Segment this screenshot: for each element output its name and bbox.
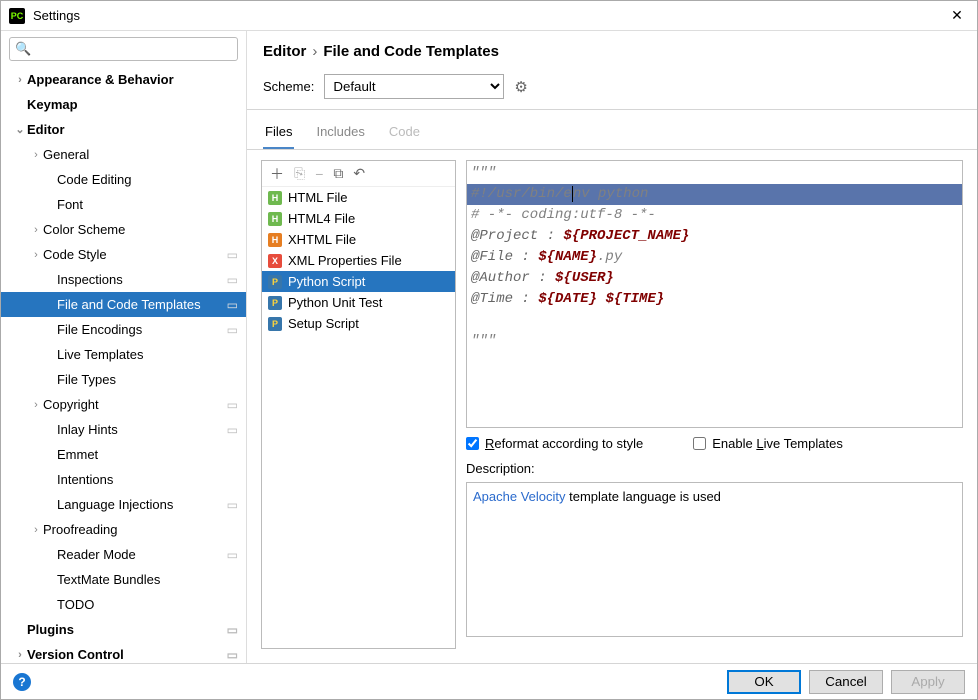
reformat-checkbox[interactable]: Reformat according to style [466, 436, 643, 451]
tree-item[interactable]: Keymap [1, 92, 246, 117]
expander-icon: › [13, 74, 27, 86]
expander-icon: › [29, 224, 43, 236]
cancel-button[interactable]: Cancel [809, 670, 883, 694]
template-item[interactable]: HHTML File [262, 187, 455, 208]
template-item[interactable]: HXHTML File [262, 229, 455, 250]
tree-item[interactable]: Language Injections▭ [1, 492, 246, 517]
tabs: Files Includes Code [247, 110, 977, 150]
tab-files[interactable]: Files [263, 118, 294, 149]
scheme-select[interactable]: Default [324, 74, 504, 99]
file-type-icon: P [268, 296, 282, 310]
enable-live-templates-checkbox[interactable]: Enable Live Templates [693, 436, 843, 451]
tree-item[interactable]: ›Code Style▭ [1, 242, 246, 267]
tree-item[interactable]: ›Appearance & Behavior [1, 67, 246, 92]
file-type-icon: H [268, 212, 282, 226]
expander-icon: › [29, 399, 43, 411]
tree-item[interactable]: ⌄Editor [1, 117, 246, 142]
tree-item[interactable]: Code Editing [1, 167, 246, 192]
expander-icon: › [29, 524, 43, 536]
template-editor[interactable]: """ #!/usr/bin/env python # -*- coding:u… [466, 160, 963, 428]
expander-icon: › [29, 149, 43, 161]
template-item[interactable]: PPython Script [262, 271, 455, 292]
tree-item[interactable]: Live Templates [1, 342, 246, 367]
tree-item[interactable]: ›Color Scheme [1, 217, 246, 242]
file-type-icon: P [268, 275, 282, 289]
search-icon: 🔍 [15, 41, 31, 57]
apply-button[interactable]: Apply [891, 670, 965, 694]
expander-icon: › [29, 249, 43, 261]
tree-item[interactable]: ›Proofreading [1, 517, 246, 542]
apache-velocity-link[interactable]: Apache Velocity [473, 489, 566, 504]
tree-item[interactable]: File Types [1, 367, 246, 392]
tree-item[interactable]: ›General [1, 142, 246, 167]
description-label: Description: [466, 459, 963, 476]
file-type-icon: X [268, 254, 282, 268]
tree-item[interactable]: TextMate Bundles [1, 567, 246, 592]
template-item[interactable]: HHTML4 File [262, 208, 455, 229]
tree-item[interactable]: ›Version Control▭ [1, 642, 246, 663]
ok-button[interactable]: OK [727, 670, 801, 694]
tab-code[interactable]: Code [387, 118, 422, 149]
tree-item[interactable]: Inspections▭ [1, 267, 246, 292]
scheme-label: Scheme: [263, 79, 314, 94]
template-item[interactable]: PSetup Script [262, 313, 455, 334]
window-title: Settings [33, 8, 945, 23]
help-icon[interactable]: ? [13, 673, 31, 691]
undo-icon[interactable]: ↶ [353, 165, 365, 182]
search-input[interactable] [9, 37, 238, 61]
file-type-icon: H [268, 191, 282, 205]
tab-includes[interactable]: Includes [314, 118, 366, 149]
app-icon: PC [9, 8, 25, 24]
expander-icon: ⌄ [13, 123, 27, 136]
add-icon[interactable]: ＋ [270, 164, 284, 184]
tree-item[interactable]: File and Code Templates▭ [1, 292, 246, 317]
close-icon[interactable]: ✕ [945, 7, 969, 24]
tree-item[interactable]: Inlay Hints▭ [1, 417, 246, 442]
template-item[interactable]: PPython Unit Test [262, 292, 455, 313]
description-box: Apache Velocity template language is use… [466, 482, 963, 637]
tree-item[interactable]: Reader Mode▭ [1, 542, 246, 567]
tree-item[interactable]: File Encodings▭ [1, 317, 246, 342]
file-type-icon: H [268, 233, 282, 247]
breadcrumb: Editor › File and Code Templates [247, 31, 977, 70]
copy-icon[interactable]: ⧉ [333, 165, 343, 182]
tree-item[interactable]: Intentions [1, 467, 246, 492]
tree-item[interactable]: Emmet [1, 442, 246, 467]
remove-icon[interactable]: − [315, 166, 323, 182]
tree-item[interactable]: Plugins▭ [1, 617, 246, 642]
copy-template-icon[interactable]: ⎘ [294, 165, 305, 182]
template-file-list[interactable]: HHTML FileHHTML4 FileHXHTML FileXXML Pro… [262, 187, 455, 648]
gear-icon[interactable]: ⚙ [514, 78, 527, 96]
chevron-right-icon: › [312, 43, 317, 60]
template-item[interactable]: XXML Properties File [262, 250, 455, 271]
tree-item[interactable]: Font [1, 192, 246, 217]
settings-tree[interactable]: ›Appearance & BehaviorKeymap⌄Editor›Gene… [1, 67, 246, 663]
tree-item[interactable]: TODO [1, 592, 246, 617]
file-type-icon: P [268, 317, 282, 331]
tree-item[interactable]: ›Copyright▭ [1, 392, 246, 417]
expander-icon: › [13, 649, 27, 661]
